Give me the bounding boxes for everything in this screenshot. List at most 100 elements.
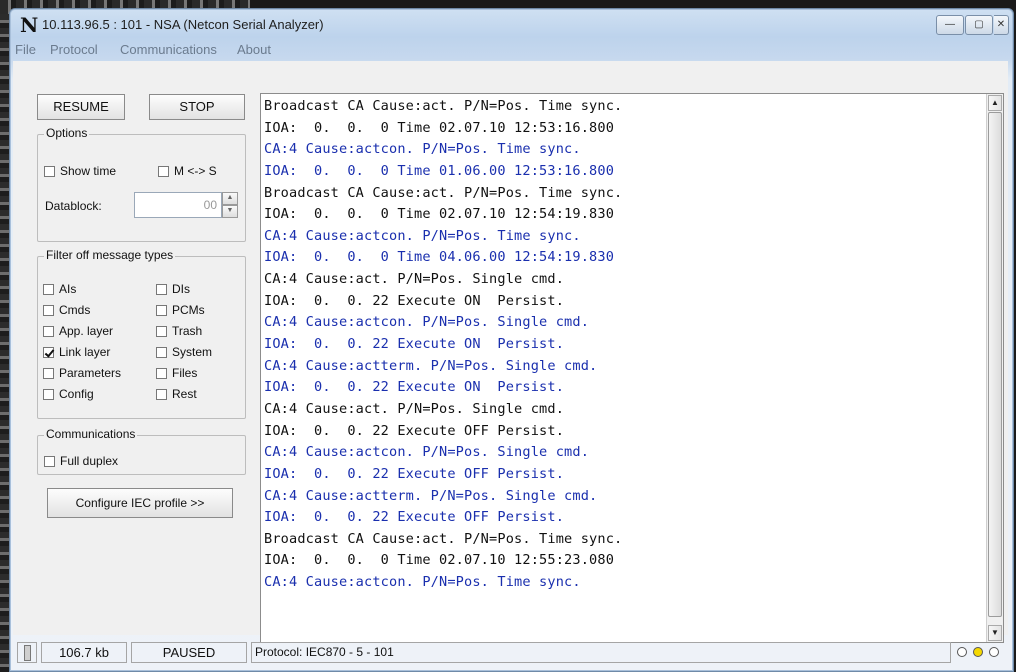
log-line: CA:4 Cause:actterm. P/N=Pos. Single cmd. <box>264 357 598 374</box>
m-s-checkbox[interactable]: M <-> S <box>158 164 217 178</box>
configure-iec-profile-button[interactable]: Configure IEC profile >> <box>47 488 233 518</box>
log-line: IOA: 0. 0. 0 Time 04.06.00 12:54:19.830 <box>264 249 615 266</box>
close-icon: ✕ <box>996 19 1006 30</box>
log-line: CA:4 Cause:actcon. P/N=Pos. Time sync. <box>264 574 581 591</box>
filter-dis-checkbox[interactable]: DIs <box>156 282 190 296</box>
status-led-3-icon <box>989 647 999 657</box>
filter-ais-checkbox[interactable]: AIs <box>43 282 76 296</box>
filter-pcms-checkbox[interactable]: PCMs <box>156 303 205 317</box>
status-size: 106.7 kb <box>41 642 127 663</box>
log-line: CA:4 Cause:actcon. P/N=Pos. Time sync. <box>264 227 581 244</box>
filter-label: Trash <box>172 324 203 338</box>
checkbox-icon <box>43 283 54 295</box>
menu-protocol[interactable]: Protocol <box>50 42 98 57</box>
filter-cmds-checkbox[interactable]: Cmds <box>43 303 90 317</box>
log-line: IOA: 0. 0. 0 Time 02.07.10 12:55:23.080 <box>264 552 615 569</box>
app-logo-icon: N <box>20 13 39 37</box>
stop-button[interactable]: STOP <box>149 94 245 120</box>
status-led-2-icon <box>973 647 983 657</box>
message-log[interactable]: Broadcast CA Cause:act. P/N=Pos. Time sy… <box>260 93 1004 643</box>
scroll-up-icon[interactable]: ▲ <box>988 95 1002 111</box>
checkbox-icon <box>43 346 54 358</box>
full-duplex-checkbox[interactable]: Full duplex <box>44 454 118 468</box>
log-line: CA:4 Cause:actterm. P/N=Pos. Single cmd. <box>264 487 598 504</box>
checkbox-icon <box>156 346 167 358</box>
log-line: IOA: 0. 0. 22 Execute ON Persist. <box>264 292 565 309</box>
communications-group: Communications Full duplex <box>37 427 246 475</box>
log-line: IOA: 0. 0. 0 Time 02.07.10 12:54:19.830 <box>264 206 615 223</box>
show-time-label: Show time <box>60 164 117 178</box>
log-line: CA:4 Cause:act. P/N=Pos. Single cmd. <box>264 400 565 417</box>
filter-group-label: Filter off message types <box>44 248 176 262</box>
filter-label: Rest <box>172 387 197 401</box>
filter-app-layer-checkbox[interactable]: App. layer <box>43 324 113 338</box>
filter-label: System <box>172 345 213 359</box>
status-grip <box>17 642 37 663</box>
filter-parameters-checkbox[interactable]: Parameters <box>43 366 121 380</box>
status-protocol: Protocol: IEC870 - 5 - 101 <box>251 642 951 663</box>
datablock-input[interactable]: 00 <box>134 192 222 218</box>
main-client-area: RESUME STOP Options Show time M <-> S Da… <box>13 61 1008 643</box>
checkbox-icon <box>43 367 54 379</box>
communications-group-label: Communications <box>44 427 138 441</box>
status-state: PAUSED <box>131 642 247 663</box>
close-button[interactable]: ✕ <box>994 15 1009 35</box>
status-bar: 106.7 kb PAUSED Protocol: IEC870 - 5 - 1… <box>13 639 1008 667</box>
filter-files-checkbox[interactable]: Files <box>156 366 197 380</box>
spin-down-icon[interactable]: ▼ <box>222 205 238 218</box>
filter-label: PCMs <box>172 303 205 317</box>
log-line: IOA: 0. 0. 22 Execute OFF Persist. <box>264 509 565 526</box>
filter-label: Link layer <box>59 345 111 359</box>
menu-communications[interactable]: Communications <box>120 42 217 57</box>
checkbox-icon <box>43 304 54 316</box>
log-line: CA:4 Cause:actcon. P/N=Pos. Single cmd. <box>264 314 590 331</box>
checkbox-icon <box>43 388 54 400</box>
window-title: 10.113.96.5 : 101 - NSA (Netcon Serial A… <box>42 17 324 32</box>
filter-system-checkbox[interactable]: System <box>156 345 212 359</box>
menu-about[interactable]: About <box>237 42 271 57</box>
checkbox-icon <box>156 367 167 379</box>
log-lines: Broadcast CA Cause:act. P/N=Pos. Time sy… <box>264 96 622 594</box>
filter-label: DIs <box>172 282 190 296</box>
checkbox-icon <box>156 283 167 295</box>
log-line: CA:4 Cause:actcon. P/N=Pos. Single cmd. <box>264 444 590 461</box>
datablock-label: Datablock: <box>45 199 102 213</box>
checkbox-icon <box>156 304 167 316</box>
options-group: Options Show time M <-> S Datablock: 00 … <box>37 126 246 242</box>
minimize-icon: — <box>945 19 955 30</box>
filter-rest-checkbox[interactable]: Rest <box>156 387 197 401</box>
show-time-checkbox[interactable]: Show time <box>44 164 116 178</box>
menu-file[interactable]: File <box>15 42 36 57</box>
scroll-thumb[interactable] <box>988 112 1002 617</box>
log-scrollbar[interactable]: ▲ ▼ <box>986 94 1003 642</box>
resume-button[interactable]: RESUME <box>37 94 125 120</box>
checkbox-icon <box>158 165 169 177</box>
log-line: Broadcast CA Cause:act. P/N=Pos. Time sy… <box>264 98 623 114</box>
filter-link-layer-checkbox[interactable]: Link layer <box>43 345 110 359</box>
log-line: CA:4 Cause:actcon. P/N=Pos. Time sync. <box>264 141 581 158</box>
m-s-label: M <-> S <box>174 164 217 178</box>
checkbox-icon <box>156 325 167 337</box>
log-line: Broadcast CA Cause:act. P/N=Pos. Time sy… <box>264 530 623 547</box>
checkbox-icon <box>44 455 55 467</box>
filter-config-checkbox[interactable]: Config <box>43 387 94 401</box>
log-line: IOA: 0. 0. 0 Time 01.06.00 12:53:16.800 <box>264 162 615 179</box>
filter-label: AIs <box>59 282 77 296</box>
status-led-1-icon <box>957 647 967 657</box>
log-line: CA:4 Cause:act. P/N=Pos. Single cmd. <box>264 271 565 288</box>
checkbox-icon <box>43 325 54 337</box>
maximize-button[interactable]: ▢ <box>965 15 993 35</box>
app-window: N 10.113.96.5 : 101 - NSA (Netcon Serial… <box>9 8 1014 672</box>
filter-trash-checkbox[interactable]: Trash <box>156 324 202 338</box>
filter-label: Parameters <box>59 366 122 380</box>
log-line: IOA: 0. 0. 0 Time 02.07.10 12:53:16.800 <box>264 119 615 136</box>
title-bar[interactable]: N 10.113.96.5 : 101 - NSA (Netcon Serial… <box>10 9 1013 39</box>
minimize-button[interactable]: — <box>936 15 964 35</box>
checkbox-icon <box>156 388 167 400</box>
activity-indicator-icon <box>24 645 31 661</box>
filter-label: Config <box>59 387 94 401</box>
spin-up-icon[interactable]: ▲ <box>222 192 238 205</box>
menu-bar: File Protocol Communications About <box>10 39 1013 61</box>
log-line: IOA: 0. 0. 22 Execute ON Persist. <box>264 336 565 353</box>
log-line: IOA: 0. 0. 22 Execute ON Persist. <box>264 379 565 396</box>
